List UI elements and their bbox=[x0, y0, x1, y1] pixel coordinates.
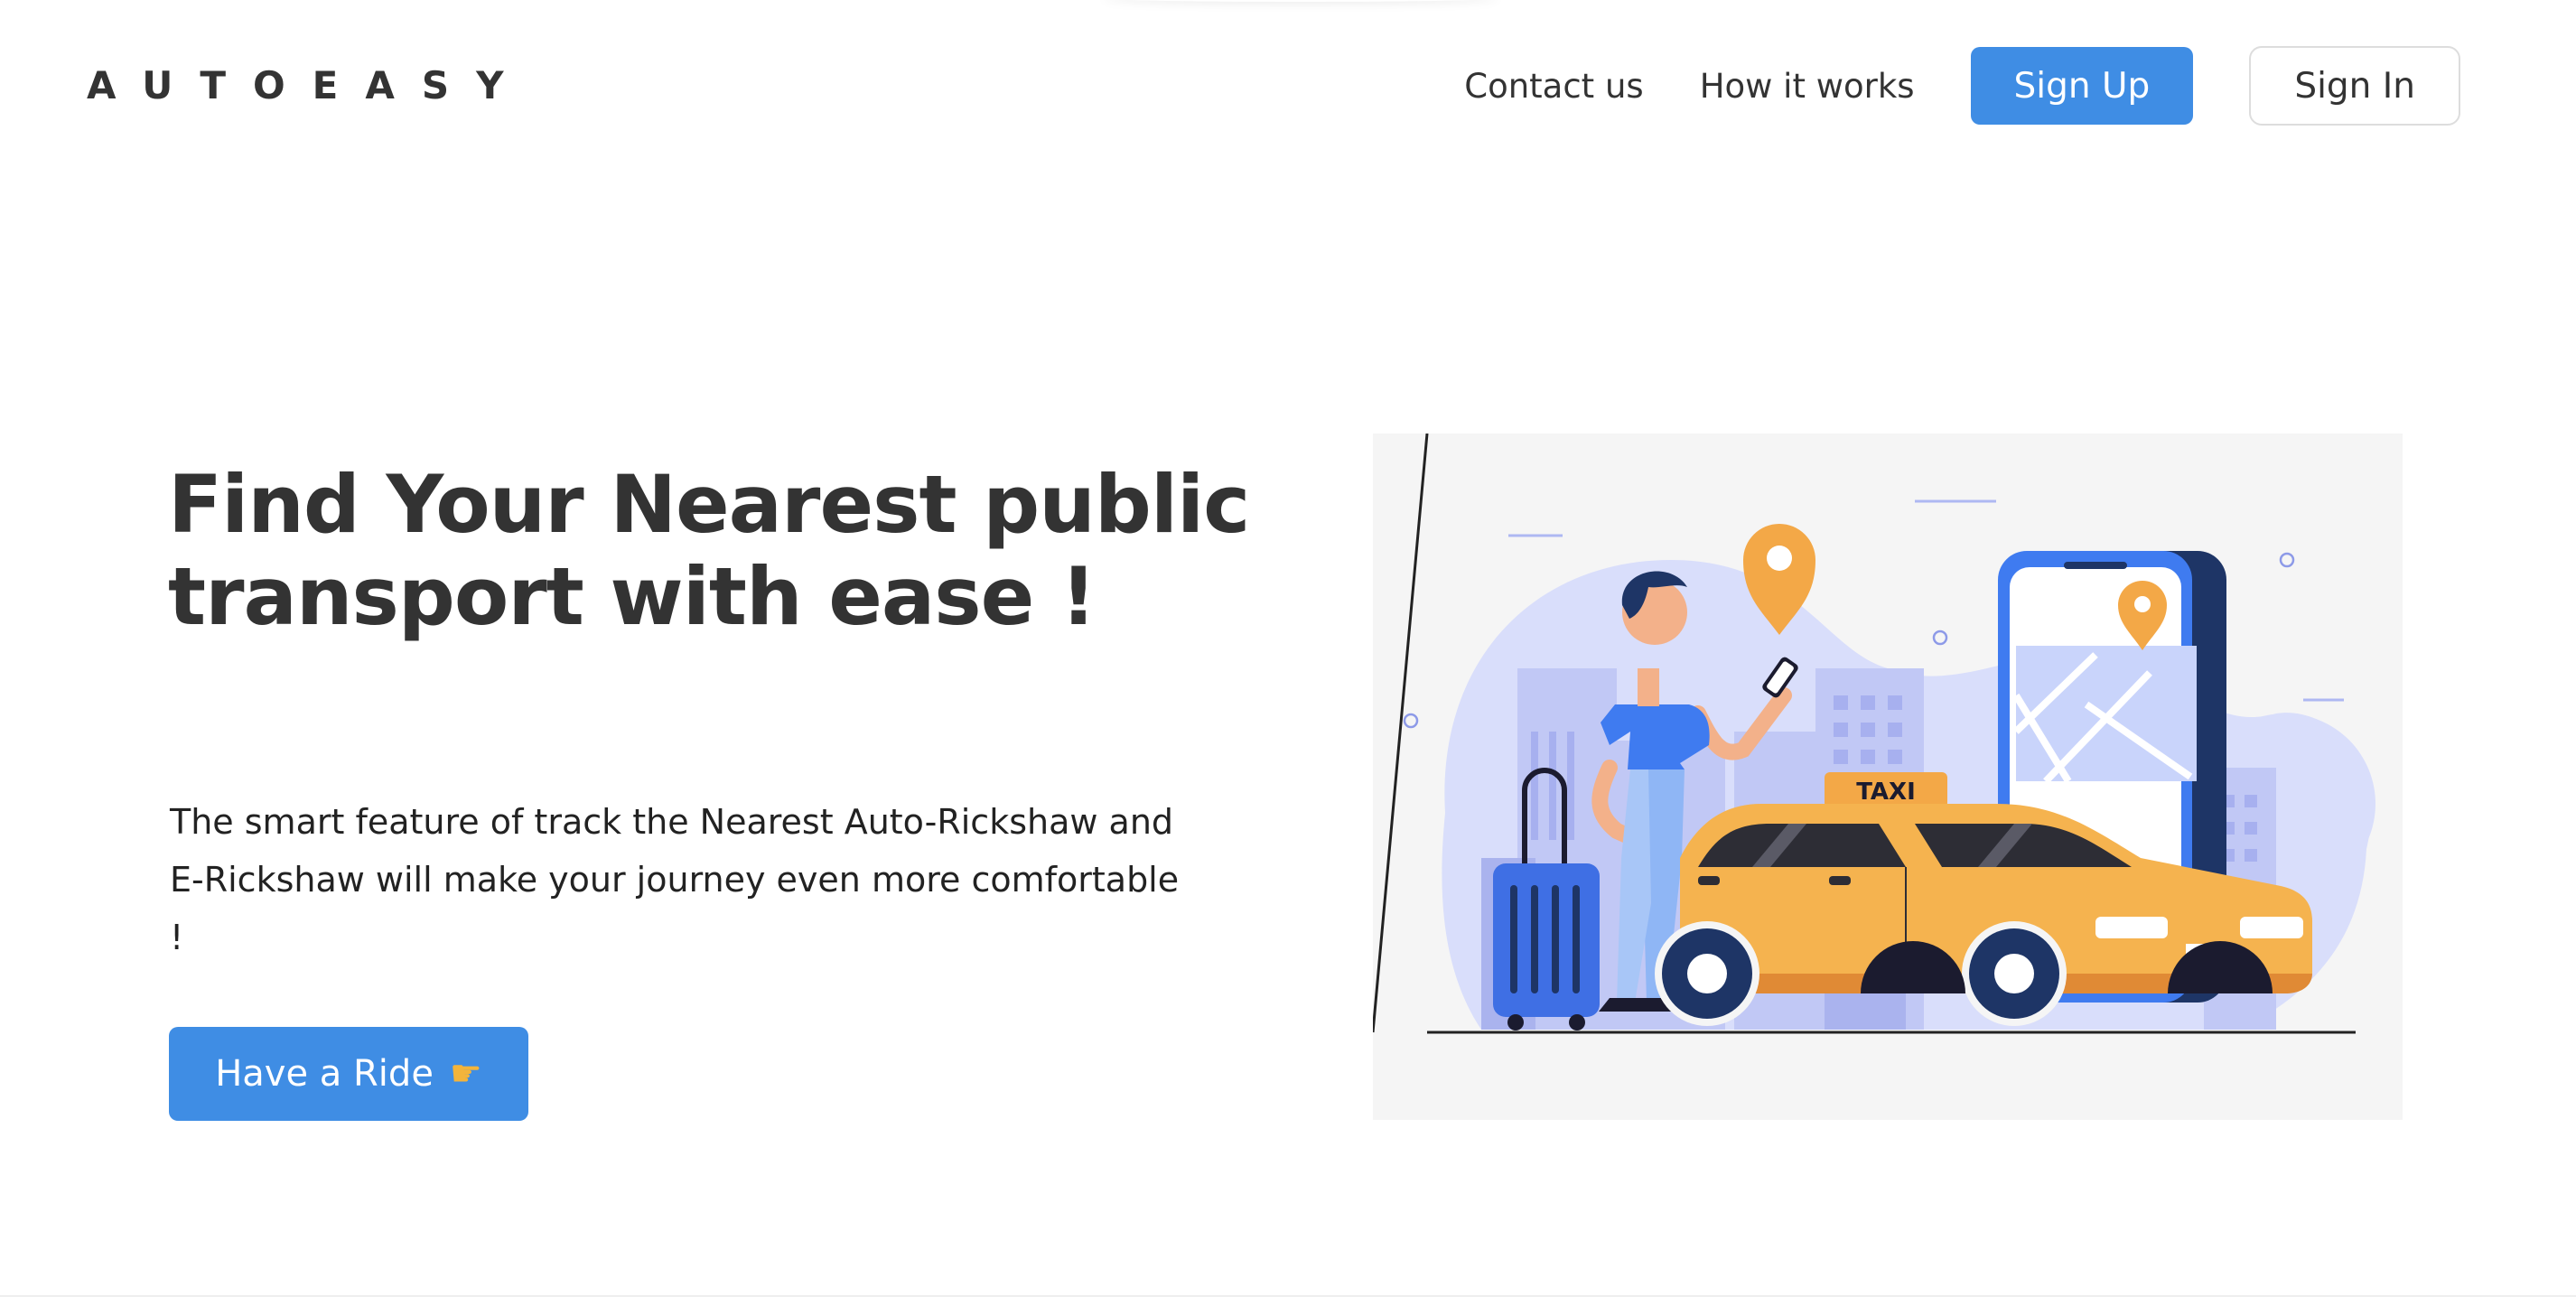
ground-line bbox=[1373, 434, 1429, 1033]
deco-circle bbox=[2279, 552, 2295, 568]
sign-in-button[interactable]: Sign In bbox=[2249, 46, 2460, 126]
front-wheel bbox=[1962, 921, 2067, 1026]
hero-illustration: TAXI bbox=[1373, 434, 2403, 1120]
deco-circle bbox=[1932, 630, 1948, 646]
rear-wheel bbox=[1655, 921, 1759, 1026]
hero-title: Find Your Nearest public transport with … bbox=[168, 458, 1250, 643]
section-divider bbox=[0, 1295, 2576, 1297]
navbar: AUTOEASY Contact us How it works Sign Up… bbox=[0, 0, 2576, 172]
nav-how-it-works-link[interactable]: How it works bbox=[1700, 67, 1915, 106]
pointing-hand-icon: ☛ bbox=[449, 1053, 482, 1095]
taxi-sign-label: TAXI bbox=[1856, 779, 1916, 806]
nav-links: Contact us How it works Sign Up Sign In bbox=[1464, 46, 2460, 126]
have-a-ride-label: Have a Ride bbox=[215, 1053, 434, 1095]
deco-circle bbox=[1403, 713, 1419, 729]
taxi-illustration: TAXI bbox=[1373, 434, 2375, 1034]
have-a-ride-button[interactable]: Have a Ride ☛ bbox=[169, 1027, 528, 1121]
sign-up-button[interactable]: Sign Up bbox=[1970, 47, 2194, 125]
nav-contact-us-link[interactable]: Contact us bbox=[1464, 67, 1643, 106]
logo[interactable]: AUTOEASY bbox=[87, 63, 531, 108]
hero-description: The smart feature of track the Nearest A… bbox=[170, 802, 1180, 957]
